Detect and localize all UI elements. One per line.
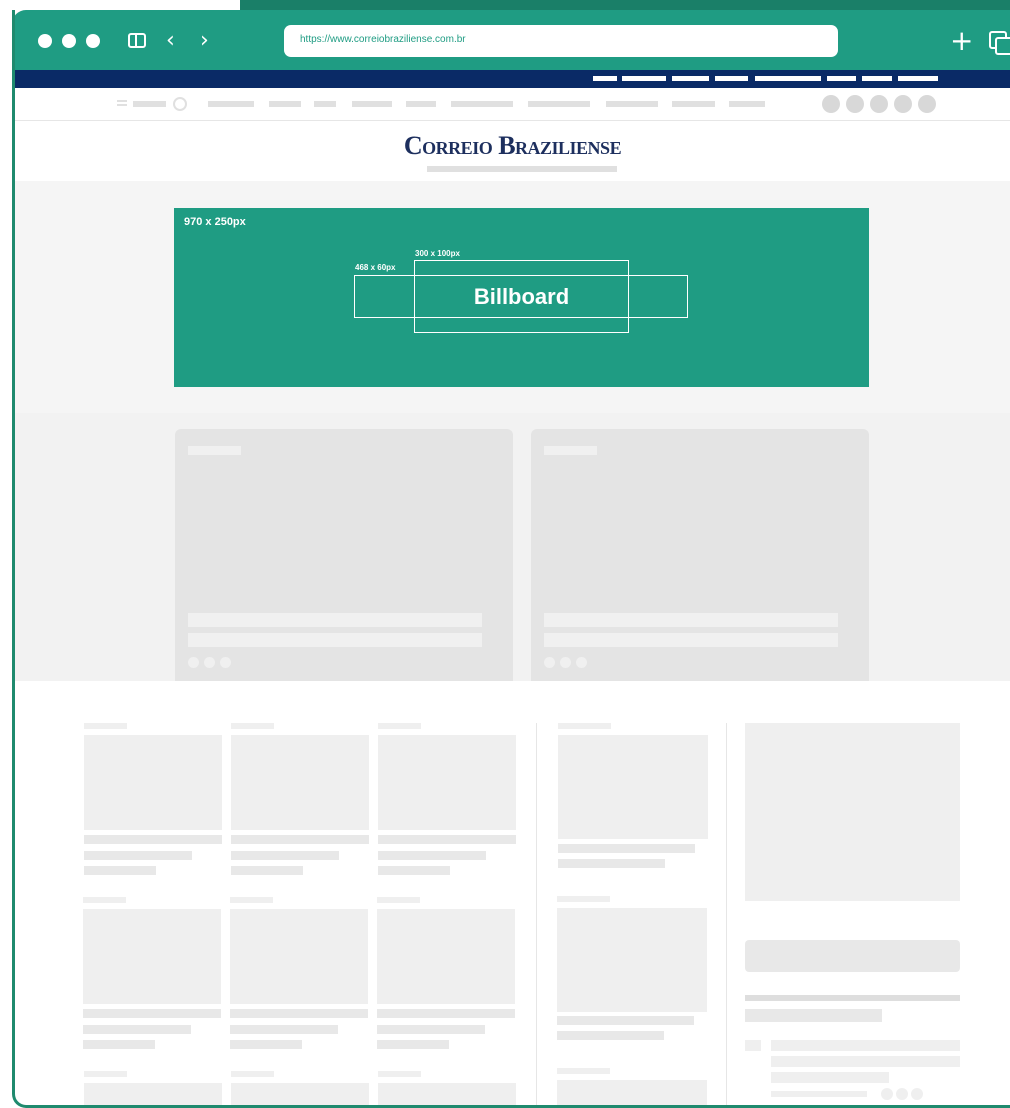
browser-frame-border xyxy=(12,10,1010,1108)
browser-window: ‹ › https://www.correiobraziliense.com.b… xyxy=(0,0,1010,1108)
tab-strip xyxy=(240,0,1010,10)
